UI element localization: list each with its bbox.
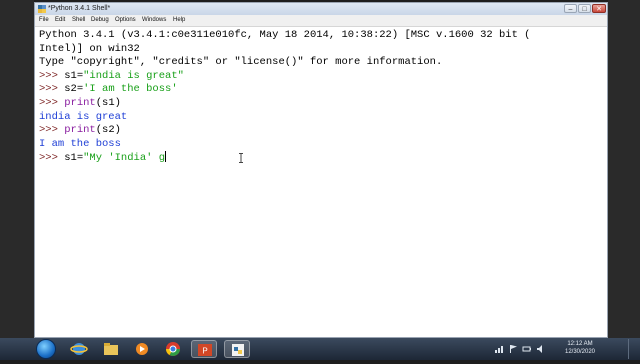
menu-debug[interactable]: Debug [91,16,109,25]
ibeam-cursor-icon [239,153,243,163]
banner-line: Python 3.4.1 (v3.4.1:c0e311e010fc, May 1… [39,29,531,41]
code-text: s2= [64,83,84,96]
prompt: >>> [39,124,65,137]
python-idle-icon[interactable] [224,340,250,358]
banner-line: Type "copyright", "credits" or "license(… [39,56,443,69]
network-icon[interactable] [494,344,504,354]
menu-file[interactable]: File [39,16,49,25]
file-explorer-icon[interactable] [98,340,124,358]
menu-windows[interactable]: Windows [142,16,166,25]
powerpoint-icon[interactable]: P [191,340,217,358]
menu-help[interactable]: Help [173,16,185,25]
menu-shell[interactable]: Shell [72,16,85,25]
keyword: print [64,124,96,137]
clock-time[interactable]: 12:12 AM [556,341,604,348]
menu-options[interactable]: Options [115,16,136,25]
title-bar[interactable]: *Python 3.4.1 Shell* – □ ✕ [35,3,607,15]
minimize-button[interactable]: – [564,4,577,13]
prompt: >>> [39,97,65,109]
banner-line: Intel)] on win32 [39,42,140,55]
output-line: I am the boss [39,137,121,150]
desktop-background-left [0,0,34,338]
code-text: s1= [64,152,84,165]
clock-date[interactable]: 12/30/2020 [556,349,604,356]
string-literal: 'I am the boss' [83,83,178,96]
internet-explorer-icon[interactable] [66,340,92,358]
show-desktop-button[interactable] [628,339,639,359]
input-line: >>> print(s1) [39,97,121,111]
volume-icon[interactable] [536,344,546,354]
input-line: >>> s1="My 'India' g [39,151,167,166]
desktop-background-right [608,0,640,338]
menu-bar: File Edit Shell Debug Options Windows He… [35,15,607,27]
media-player-icon[interactable] [129,340,155,358]
python-icon [38,5,46,13]
maximize-button[interactable]: □ [578,4,591,13]
output-line: india is great [39,110,128,123]
menu-edit[interactable]: Edit [55,16,65,25]
code-text: (s1) [95,97,121,109]
prompt: >>> [39,69,65,82]
taskbar: P 12:12 AM 12/30/2020 [0,338,640,360]
input-line: >>> s2='I am the boss' [39,83,178,97]
input-line: >>> print(s2) [39,124,121,138]
flag-icon[interactable] [508,344,518,354]
start-button[interactable] [36,339,56,359]
string-literal: "india is great" [83,69,184,82]
close-button[interactable]: ✕ [592,4,606,13]
keyword: print [64,97,96,109]
shell-text-area[interactable]: Python 3.4.1 (v3.4.1:c0e311e010fc, May 1… [35,27,607,337]
prompt: >>> [39,152,65,165]
code-text: (s2) [95,124,121,137]
code-text: s1= [64,69,84,82]
input-line: >>> s1="india is great" [39,70,184,84]
window-title: *Python 3.4.1 Shell* [48,5,111,12]
text-cursor [165,151,167,163]
prompt: >>> [39,83,65,96]
chrome-icon[interactable] [160,340,186,358]
svg-text:P: P [202,347,207,356]
battery-icon[interactable] [522,344,532,354]
python-shell-window: *Python 3.4.1 Shell* – □ ✕ File Edit She… [34,2,608,338]
string-literal: "My 'India' g [83,152,166,165]
